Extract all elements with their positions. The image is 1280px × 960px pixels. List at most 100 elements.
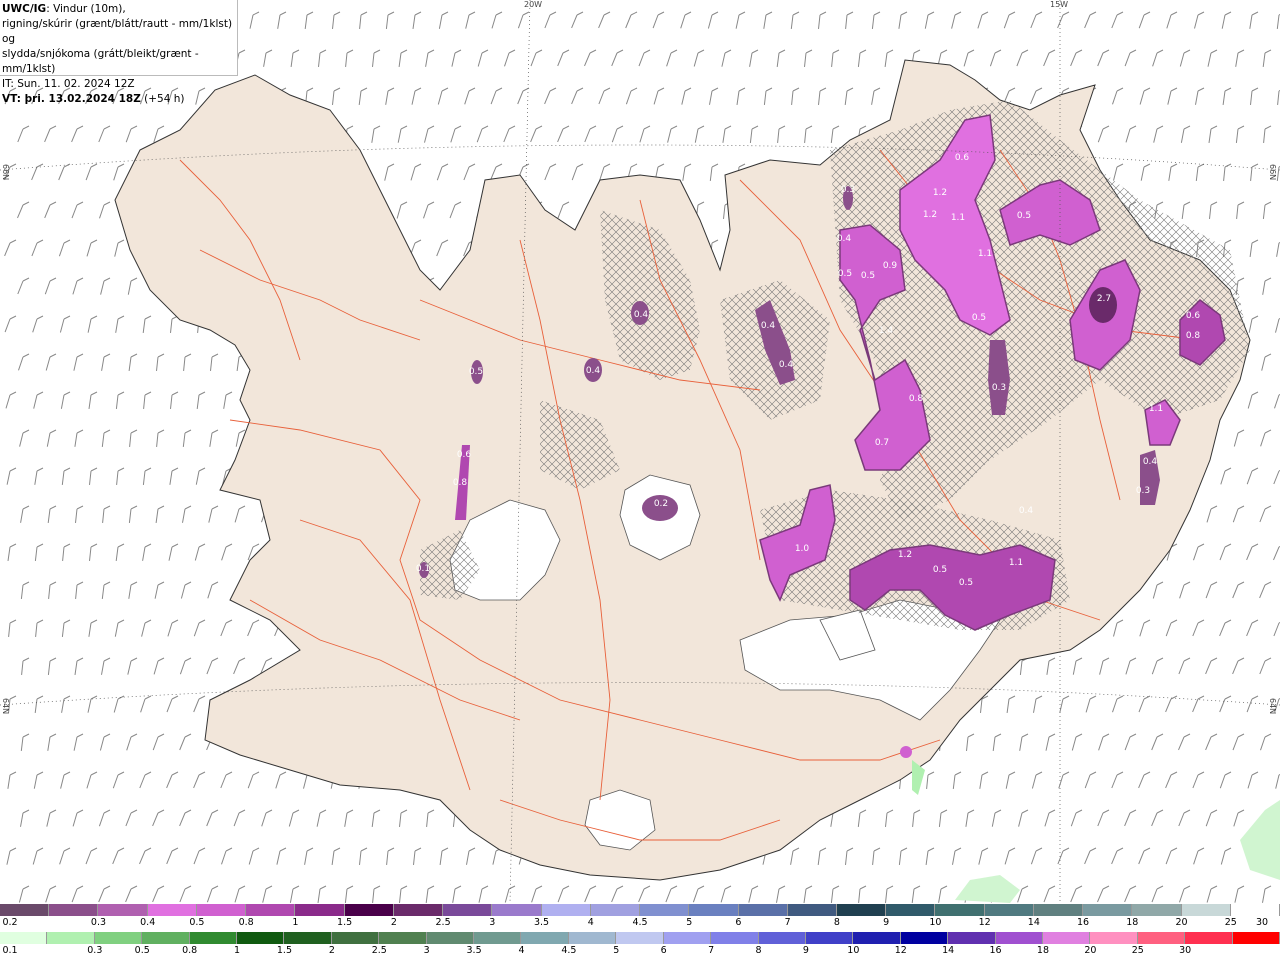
scale-swatch [196, 904, 247, 916]
scale-swatch [1185, 932, 1233, 944]
precip-value-label: 0.5 [861, 271, 875, 281]
scale-tick-label: 0.2 [2, 917, 18, 928]
scale-tick-label: 6 [735, 917, 742, 928]
precip-value-label: 0.3 [992, 383, 1006, 393]
scale-tick-label: 6 [660, 945, 667, 956]
precip-value-label: 0.4 [1019, 506, 1034, 516]
precip-value-label: 1.1 [978, 249, 992, 259]
scale-swatch [426, 932, 475, 944]
scale-tick-label: 4.5 [561, 945, 577, 956]
precip-value-label: 0.5 [469, 367, 483, 377]
scale-tick-label: 1 [292, 917, 299, 928]
scale-swatch [237, 932, 285, 944]
precip-value-label: 0.9 [883, 261, 898, 271]
lat-label-64n-right: 64N [1268, 698, 1277, 715]
scale-tick-label: 12 [894, 945, 907, 956]
scale-swatch [98, 904, 148, 916]
scale-tick-label: 0.4 [140, 917, 156, 928]
scale-tick-label: 1.5 [276, 945, 292, 956]
scale-tick-label: 8 [833, 917, 840, 928]
precip-value-label: 0.2 [654, 499, 668, 509]
precip-value-label: 1.1 [951, 213, 965, 223]
precip-value-label: 0.5 [838, 269, 852, 279]
precip-value-label: 0.6 [457, 450, 472, 460]
scale-swatch [568, 932, 617, 944]
scale-swatch [1230, 904, 1280, 916]
snow-scale-labels: 0.2 0.3 0.4 0.5 0.8 1 1.5 2 2.5 3 3.5 4 4.5 5 6 7 8 9 10 12… [0, 917, 1280, 931]
precip-value-label: 0.4 [779, 360, 794, 370]
scale-swatch [474, 932, 522, 944]
scale-swatch [758, 932, 806, 944]
scale-swatch [616, 932, 664, 944]
title-rest: : Vindur (10m), [46, 3, 126, 15]
scale-swatch [246, 904, 296, 916]
scale-swatch [935, 904, 985, 916]
scale-tick-label: 1 [234, 945, 241, 956]
scale-swatch [521, 932, 569, 944]
precip-value-label: 1.1 [1149, 404, 1163, 414]
scale-tick-label: 3.5 [533, 917, 550, 928]
scale-tick-label: 30 [1255, 917, 1269, 928]
scale-swatch [147, 904, 197, 916]
scale-tick-label: 25 [1131, 945, 1144, 956]
scale-tick-label: 5 [613, 945, 620, 956]
map-info-box: UWC/IG: Vindur (10m), rigning/skúrir (gr… [0, 0, 238, 105]
title-code: UWC/IG [2, 3, 47, 15]
valid-time-line: VT: þri. 13.02.2024 18Z (+54 h) [2, 92, 235, 107]
scale-tick-label: 0.8 [182, 945, 198, 956]
precip-value-label: 0.5 [959, 578, 973, 588]
scale-swatch [1042, 932, 1091, 944]
precip-value-label: 0.7 [875, 438, 889, 448]
scale-tick-label: 7 [708, 945, 715, 956]
scale-tick-label: 0.5 [134, 945, 150, 956]
scale-tick-label: 4 [587, 917, 594, 928]
precip-value-label: 0.4 [837, 234, 852, 244]
scale-swatch [787, 904, 837, 916]
scale-tick-label: 10 [847, 945, 860, 956]
scale-swatch [886, 904, 936, 916]
precip-value-label: 0.6 [1186, 311, 1201, 321]
scale-swatch [711, 932, 759, 944]
scale-tick-label: 0.3 [90, 917, 107, 928]
scale-tick-label: 3 [489, 917, 496, 928]
scale-tick-label: 18 [1126, 917, 1139, 928]
scale-tick-label: 18 [1036, 945, 1049, 956]
scale-tick-label: 2.5 [371, 945, 387, 956]
scale-swatch [853, 932, 901, 944]
scale-swatch [189, 932, 238, 944]
scale-tick-label: 2.5 [435, 917, 451, 928]
snow-description: slydda/snjókoma (grátt/bleikt/grænt - mm… [2, 48, 199, 75]
init-time: IT: Sun. 11. 02. 2024 12Z [2, 78, 135, 90]
lat-label-64n-left: 64N [1, 698, 10, 715]
scale-swatch [836, 904, 887, 916]
scale-tick-label: 10 [929, 917, 942, 928]
scale-tick-label: 0.1 [2, 945, 18, 956]
scale-swatch [94, 932, 143, 944]
precip-value-label: 0.3 [841, 185, 855, 195]
lat-label-66n-right: 66N [1268, 164, 1277, 181]
scale-swatch [738, 904, 788, 916]
precip-value-label: 0.4 [634, 310, 649, 320]
scale-swatch [541, 904, 591, 916]
scale-tick-label: 16 [989, 945, 1002, 956]
precip-value-label: 0.4 [761, 321, 776, 331]
precip-value-label: 1.1 [1009, 558, 1023, 568]
precip-value-label: 1.2 [933, 188, 947, 198]
scale-tick-label: 14 [942, 945, 955, 956]
scale-swatch [1033, 904, 1084, 916]
scale-tick-label: 20 [1084, 945, 1097, 956]
precip-value-label: 0.4 [1143, 457, 1158, 467]
rain-scale-labels: 0.1 0.3 0.5 0.8 1 1.5 2 2.5 3 3.5 4 4.5 5 6 7 8 9 10 12 14 1… [0, 945, 1280, 959]
scale-tick-label: 3.5 [466, 945, 482, 956]
scale-tick-label: 9 [802, 945, 809, 956]
scale-swatch [984, 904, 1034, 916]
precip-value-label: 1.0 [795, 544, 810, 554]
scale-tick-label: 14 [1027, 917, 1040, 928]
scale-tick-label: 16 [1077, 917, 1090, 928]
precip-value-label: 0.3 [1136, 486, 1150, 496]
scale-tick-label: 30 [1179, 945, 1192, 956]
scale-swatch [142, 932, 190, 944]
snow-color-scale [0, 904, 1280, 916]
scale-swatch [663, 932, 712, 944]
scale-swatch [995, 932, 1043, 944]
